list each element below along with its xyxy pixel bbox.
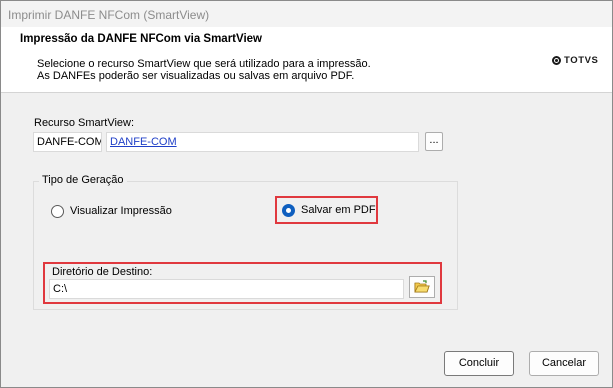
recurso-description-link[interactable]: DANFE-COM: [110, 136, 177, 148]
tipo-geracao-legend: Tipo de Geração: [39, 174, 127, 186]
recurso-code-field[interactable]: DANFE-COM: [33, 132, 102, 152]
recurso-label: Recurso SmartView:: [34, 117, 135, 129]
radio-salvar-pdf-label[interactable]: Salvar em PDF: [301, 204, 376, 216]
totvs-logo: TOTVS: [552, 54, 599, 66]
radio-visualizar-label[interactable]: Visualizar Impressão: [70, 205, 172, 217]
totvs-logo-icon: [552, 55, 561, 65]
header-description-line1: Selecione o recurso SmartView que será u…: [37, 58, 371, 70]
totvs-logo-text: TOTVS: [564, 54, 599, 66]
diretorio-destino-label: Diretório de Destino:: [52, 266, 153, 278]
open-folder-icon: [414, 280, 430, 293]
dialog-header: Impressão da DANFE NFCom via SmartView S…: [1, 27, 612, 93]
radio-salvar-pdf[interactable]: [282, 204, 295, 217]
radio-visualizar-impressao[interactable]: [51, 205, 64, 218]
window-title: Imprimir DANFE NFCom (SmartView): [8, 8, 210, 22]
header-description-line2: As DANFEs poderão ser visualizadas ou sa…: [37, 70, 355, 82]
dialog-window: Imprimir DANFE NFCom (SmartView) Impress…: [0, 0, 613, 388]
header-title: Impressão da DANFE NFCom via SmartView: [20, 33, 262, 45]
diretorio-destino-input[interactable]: C:\: [49, 279, 404, 299]
recurso-description-field: DANFE-COM: [106, 132, 419, 152]
recurso-browse-button[interactable]: ...: [425, 132, 443, 151]
cancelar-button[interactable]: Cancelar: [529, 351, 599, 376]
browse-folder-button[interactable]: [409, 276, 435, 298]
concluir-button[interactable]: Concluir: [444, 351, 514, 376]
title-bar[interactable]: Imprimir DANFE NFCom (SmartView): [1, 1, 612, 27]
